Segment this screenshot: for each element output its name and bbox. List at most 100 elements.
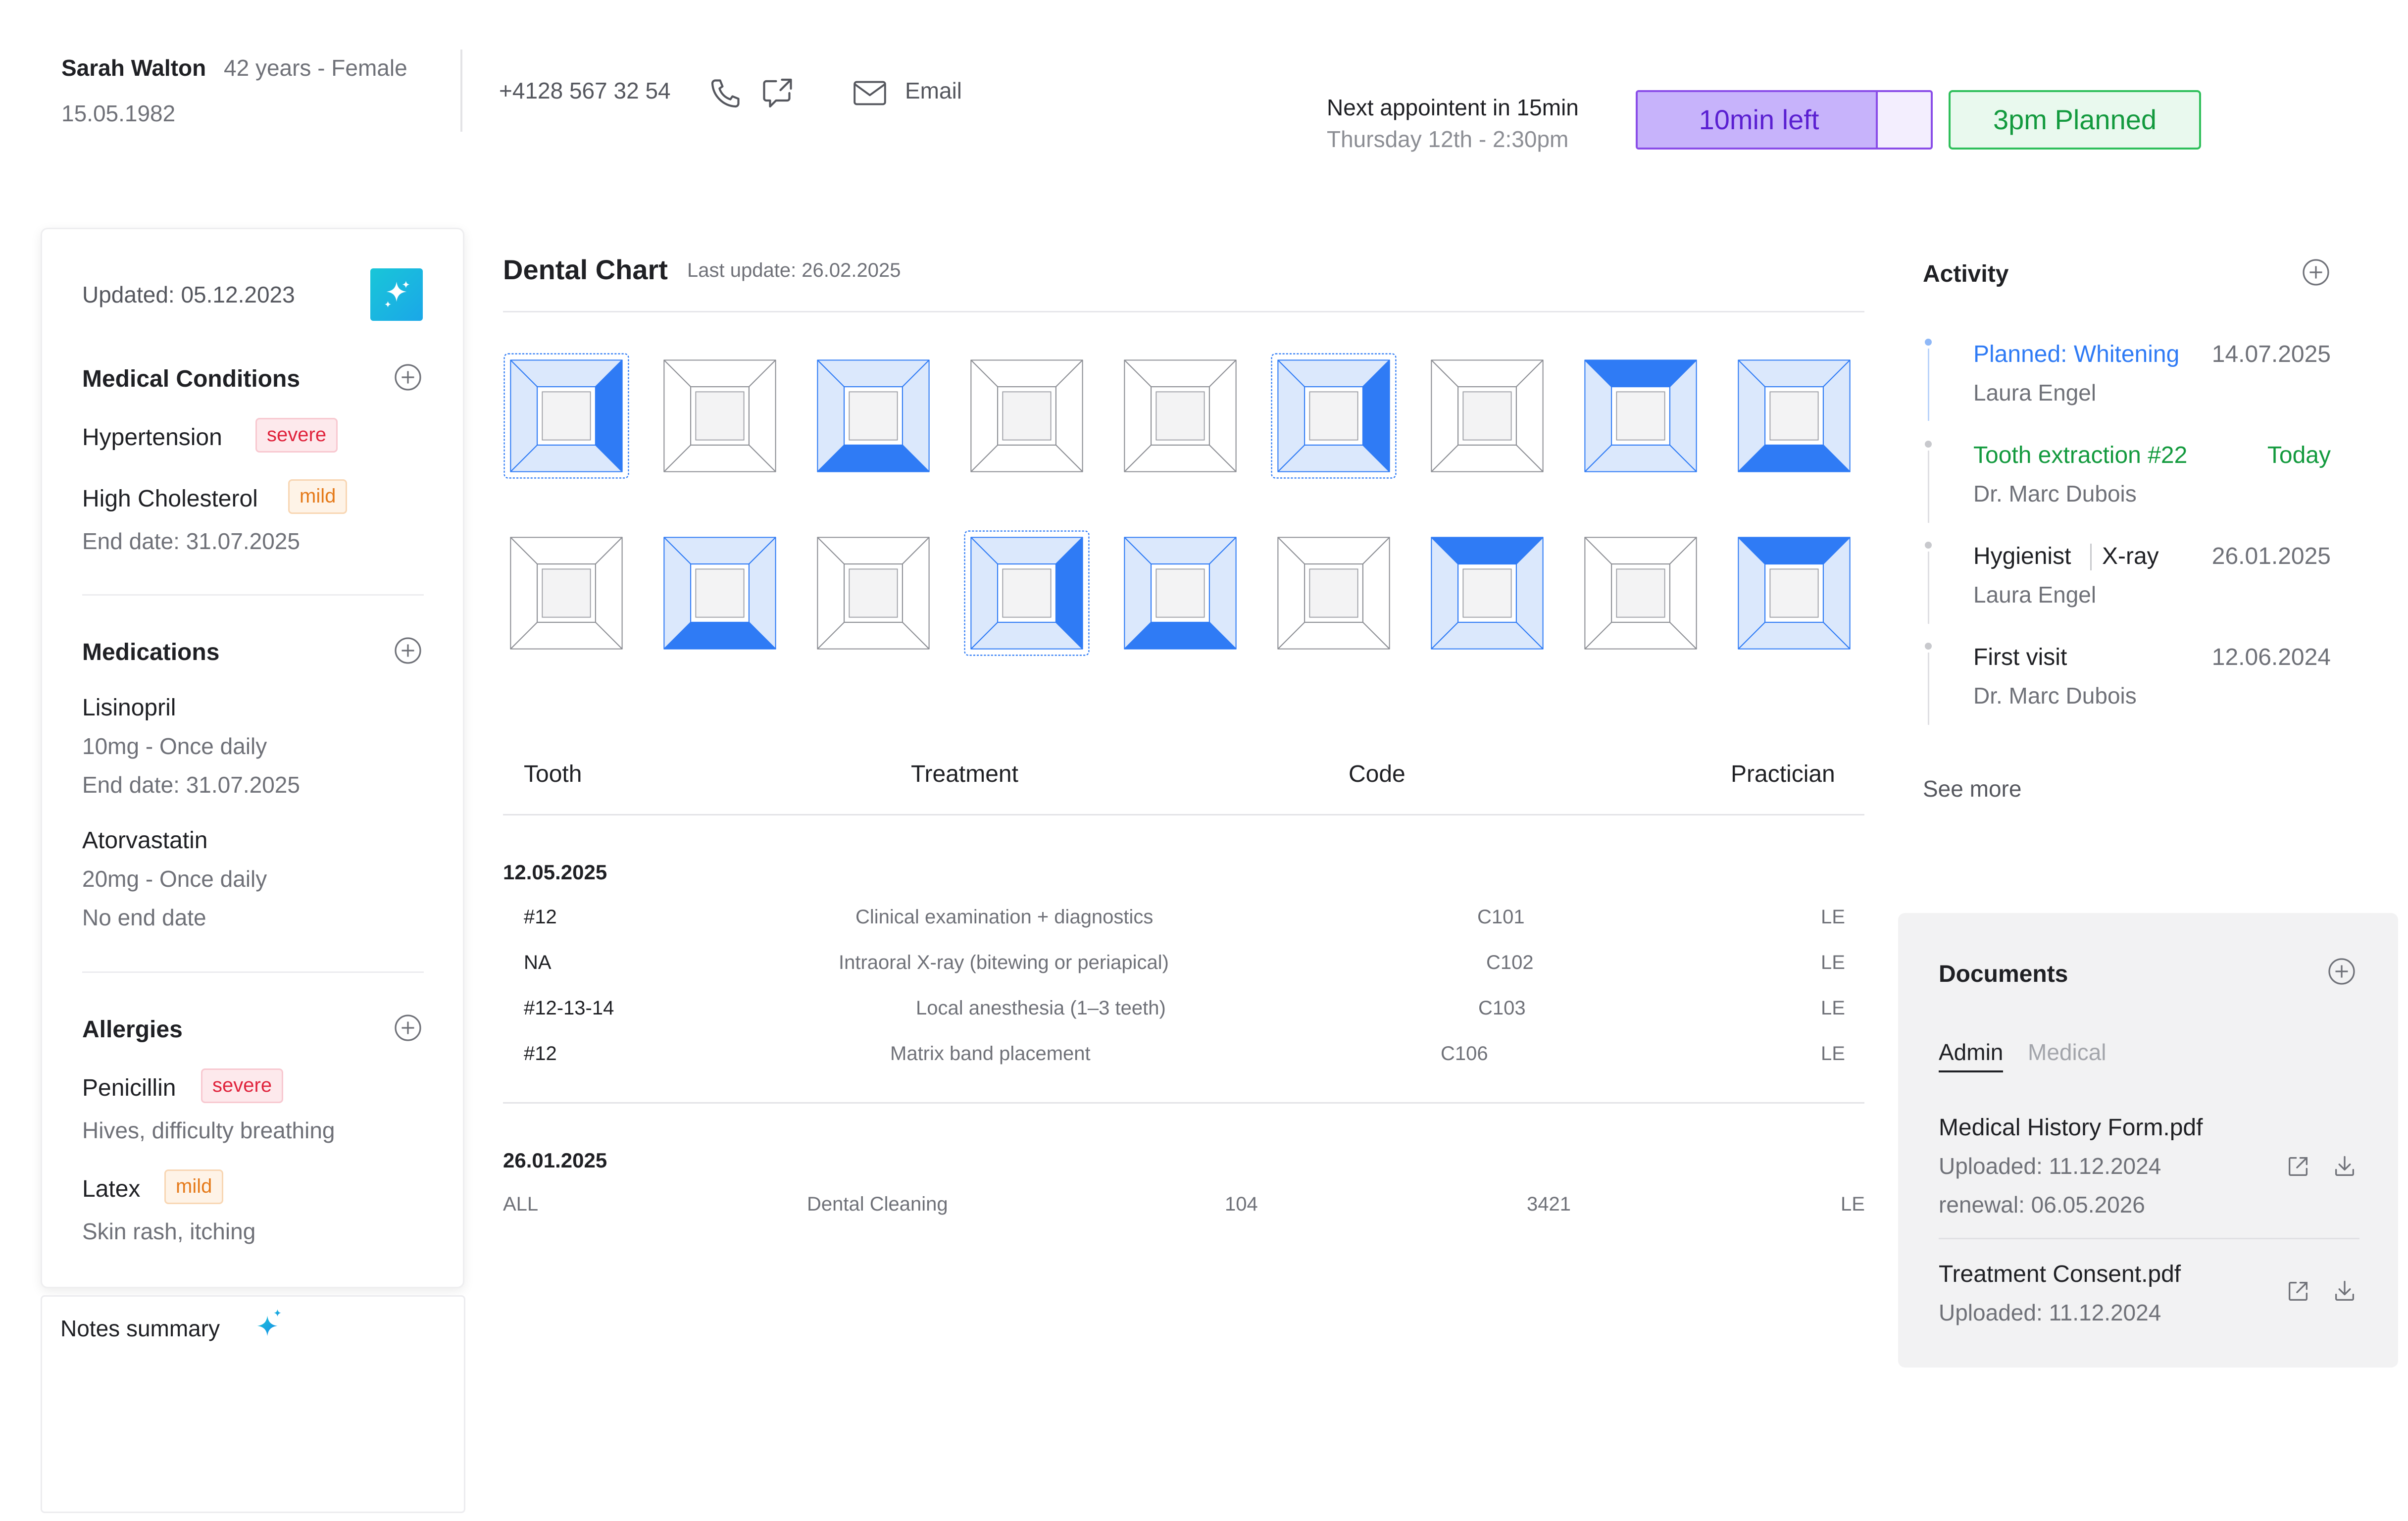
activity-title-text: First visit: [1973, 644, 2067, 670]
activity-date: 26.01.2025: [2211, 543, 2331, 569]
medication-end-date: No end date: [82, 905, 206, 930]
column-header-tooth[interactable]: Tooth: [524, 760, 582, 788]
activity-title: Activity: [1923, 261, 2009, 287]
tooth[interactable]: [1731, 353, 1857, 479]
dental-chart-title: Dental Chart: [503, 254, 668, 285]
add-document-icon[interactable]: [2327, 957, 2357, 986]
tooth[interactable]: [1731, 530, 1857, 657]
planned-status-button[interactable]: 3pm Planned: [1949, 90, 2201, 150]
timeline-segment: [1928, 646, 1929, 725]
document-renewal: renewal: 06.05.2026: [1939, 1192, 2145, 1217]
cell-code: C106: [1441, 1043, 1488, 1065]
phone-icon[interactable]: [708, 75, 744, 111]
tooth[interactable]: [1424, 353, 1551, 479]
open-external-icon[interactable]: [2285, 1154, 2311, 1179]
patient-phone[interactable]: +4128 567 32 54: [499, 77, 671, 104]
severity-badge: mild: [164, 1169, 224, 1204]
tooth[interactable]: [810, 353, 937, 479]
treatment-date: 12.05.2025: [503, 861, 607, 884]
tooth[interactable]: [963, 530, 1090, 657]
allergy-reaction: Skin rash, itching: [82, 1218, 256, 1244]
column-header-practician[interactable]: Practician: [1731, 760, 1835, 788]
message-icon[interactable]: [759, 75, 797, 111]
add-activity-icon[interactable]: [2301, 257, 2331, 287]
activity-title-text: Hygienist: [1973, 543, 2071, 569]
tab-admin[interactable]: Admin: [1939, 1039, 2004, 1072]
cell-treatment: Dental Cleaning: [807, 1193, 948, 1215]
cell-tooth: #12-13-14: [524, 997, 614, 1019]
email-link[interactable]: Email: [905, 77, 962, 104]
tooth[interactable]: [1577, 530, 1704, 657]
treatment-date: 26.01.2025: [503, 1149, 607, 1172]
timeline-dot: [1922, 438, 1935, 451]
document-divider: [1939, 1238, 2359, 1239]
medication-end-date: End date: 31.07.2025: [82, 772, 300, 798]
add-medication-icon[interactable]: [393, 636, 423, 665]
timeline-dot: [1922, 336, 1935, 349]
tab-medical[interactable]: Medical: [2028, 1039, 2107, 1065]
table-header-divider: [503, 814, 1864, 815]
document-uploaded: Uploaded: 11.12.2024: [1939, 1300, 2161, 1325]
cell-tooth: #12: [524, 906, 557, 928]
tooth[interactable]: [503, 353, 630, 479]
tooth[interactable]: [656, 530, 783, 657]
tooth[interactable]: [1117, 353, 1244, 479]
next-appointment-label: Next appointent in 15min: [1327, 95, 1579, 120]
tooth[interactable]: [656, 353, 783, 479]
column-header-treatment[interactable]: Treatment: [911, 760, 1018, 788]
medication-dose: 20mg - Once daily: [82, 866, 267, 892]
appointment-timer[interactable]: 10min left: [1636, 90, 1933, 150]
document-name: Treatment Consent.pdf: [1939, 1261, 2181, 1287]
open-external-icon[interactable]: [2285, 1278, 2311, 1304]
column-header-code[interactable]: Code: [1349, 760, 1405, 788]
timeline-dot: [1922, 539, 1935, 552]
cell-practician: LE: [1821, 1043, 1845, 1065]
allergy-name: Penicillin: [82, 1075, 176, 1101]
table-group-divider: [503, 1102, 1864, 1104]
cell-practician: LE: [1821, 906, 1845, 928]
cell-code: C103: [1478, 997, 1526, 1019]
activity-title-text: Planned: Whitening: [1973, 341, 2180, 367]
medication-name: Lisinopril: [82, 695, 176, 721]
cell-treatment: Matrix band placement: [890, 1043, 1091, 1065]
download-icon[interactable]: [2332, 1278, 2358, 1304]
documents-title: Documents: [1939, 961, 2068, 987]
severity-badge: severe: [201, 1068, 284, 1103]
tooth[interactable]: [1577, 353, 1704, 479]
tooth[interactable]: [1117, 530, 1244, 657]
tooth[interactable]: [963, 353, 1090, 479]
medical-conditions-title: Medical Conditions: [82, 366, 301, 392]
activity-author: Laura Engel: [1973, 582, 2097, 608]
patient-name: Sarah Walton: [61, 55, 206, 81]
timeline-dot: [1922, 640, 1935, 653]
medication-name: Atorvastatin: [82, 827, 208, 854]
condition-name: Hypertension: [82, 424, 222, 451]
timer-label: 10min left: [1699, 104, 1819, 135]
add-condition-icon[interactable]: [393, 362, 423, 392]
document-name: Medical History Form.pdf: [1939, 1115, 2203, 1141]
cell-treatment: Local anesthesia (1–3 teeth): [916, 997, 1166, 1019]
sparkle-icon: [385, 281, 410, 307]
tooth[interactable]: [1424, 530, 1551, 657]
activity-date: 14.07.2025: [2211, 341, 2331, 367]
see-more-link[interactable]: See more: [1923, 775, 2021, 802]
severity-badge: severe: [255, 418, 338, 453]
tooth[interactable]: [503, 530, 630, 657]
dental-chart-divider: [503, 311, 1864, 312]
mail-icon[interactable]: [853, 79, 887, 107]
sparkle-icon: [251, 1307, 286, 1342]
tooth[interactable]: [810, 530, 937, 657]
header-divider: [460, 50, 462, 132]
tooth[interactable]: [1270, 353, 1397, 479]
tooth[interactable]: [1270, 530, 1397, 657]
medication-dose: 10mg - Once daily: [82, 733, 267, 759]
patient-dob: 15.05.1982: [61, 101, 176, 126]
section-divider: [82, 971, 424, 973]
cell-code: 104: [1225, 1193, 1258, 1215]
cell-practician: LE: [1841, 1193, 1865, 1215]
cell-code: C101: [1477, 906, 1525, 928]
download-icon[interactable]: [2332, 1154, 2358, 1179]
ai-sparkle-button[interactable]: [370, 268, 423, 321]
patient-age-gender: 42 years - Female: [224, 55, 407, 81]
add-allergy-icon[interactable]: [393, 1013, 423, 1043]
